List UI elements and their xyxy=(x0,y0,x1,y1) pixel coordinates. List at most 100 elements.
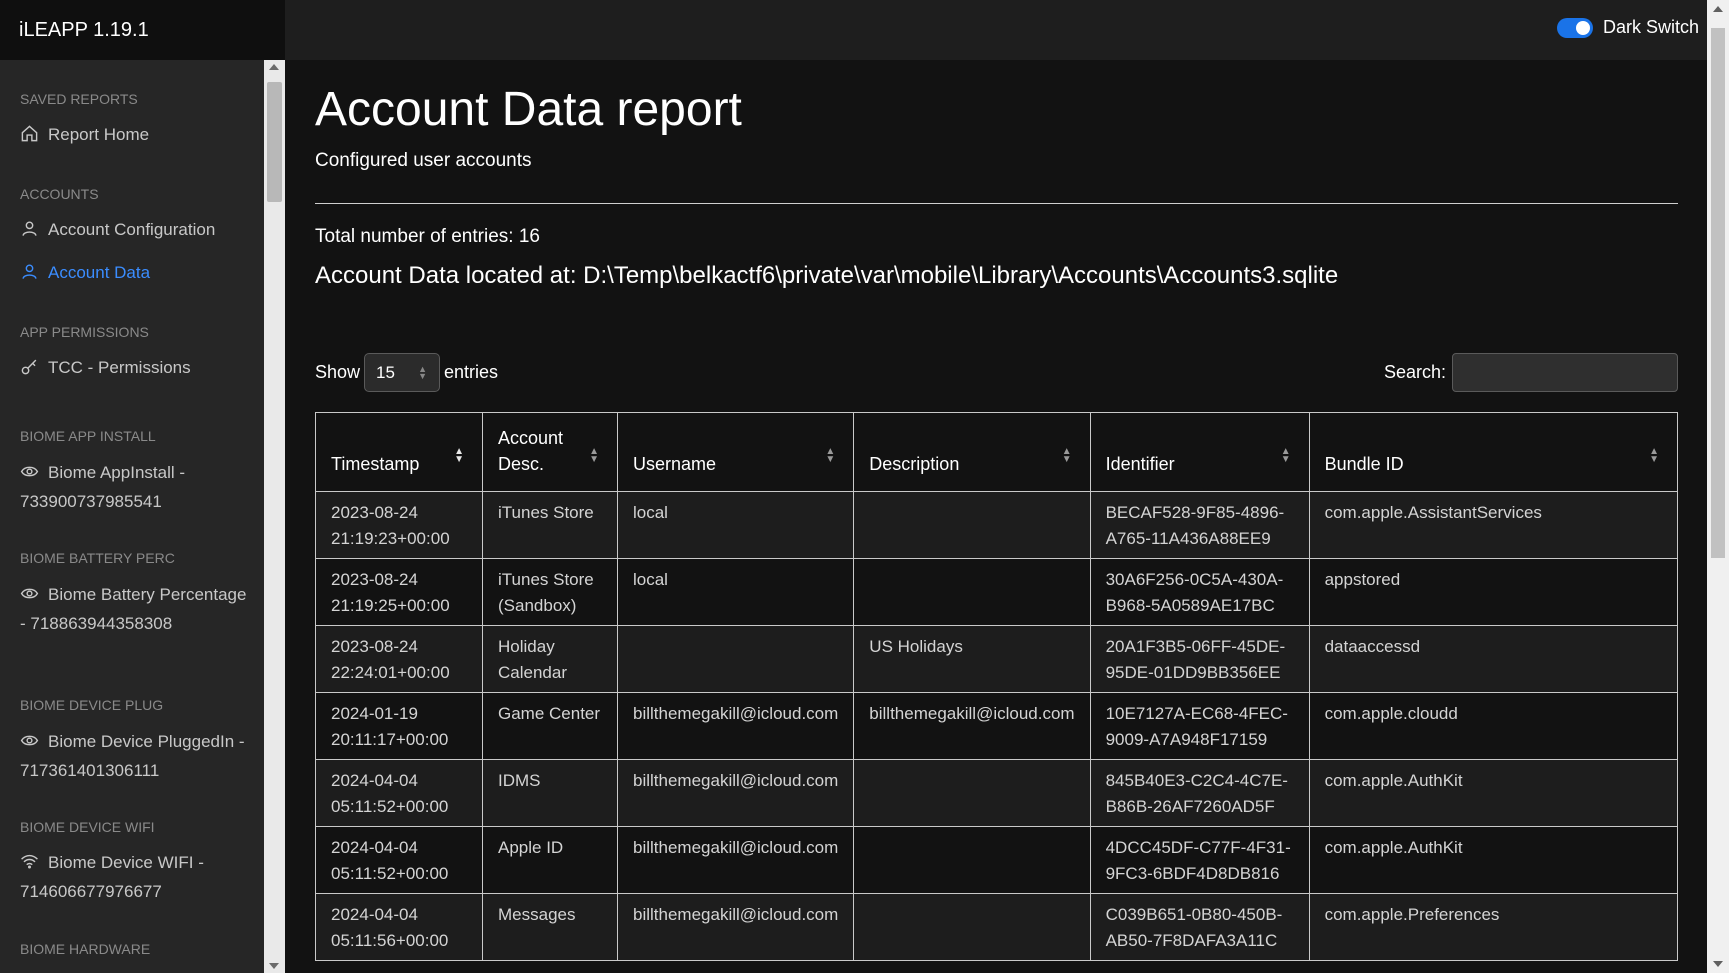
cell-description xyxy=(853,826,1091,894)
scroll-up-arrow-icon[interactable] xyxy=(269,64,279,70)
dark-switch-toggle[interactable] xyxy=(1556,17,1593,38)
cell-account-desc: IDMS xyxy=(482,759,618,827)
select-arrows-icon: ▲ ▼ xyxy=(418,364,428,381)
column-header-identifier[interactable]: Identifier ▲ ▼ xyxy=(1089,412,1310,492)
sidebar-scroll-thumb[interactable] xyxy=(267,82,282,202)
column-header-bundle-id[interactable]: Bundle ID ▲ ▼ xyxy=(1308,412,1679,492)
page-scrollbar[interactable] xyxy=(1707,0,1729,973)
entries-label: entries xyxy=(444,362,499,382)
page-length-select[interactable]: 15 ▲ ▼ xyxy=(364,353,441,392)
sidebar-item-label: Biome Device PluggedIn - 717361401306111 xyxy=(20,732,245,780)
cell-timestamp: 2023-08-24 21:19:25+00:00 xyxy=(315,558,483,626)
cell-timestamp: 2023-08-24 22:24:01+00:00 xyxy=(315,625,483,693)
cell-timestamp: 2024-04-04 05:11:52+00:00 xyxy=(315,826,483,894)
section-biome-device-wifi: BIOME DEVICE WIFI xyxy=(20,819,155,835)
page-scroll-thumb[interactable] xyxy=(1711,28,1725,558)
column-header-timestamp[interactable]: Timestamp ▲ ▼ xyxy=(315,412,483,492)
cell-username: billthemegakill@icloud.com xyxy=(616,893,855,961)
cell-bundle-id: com.apple.AuthKit xyxy=(1308,759,1679,827)
scroll-up-arrow-icon[interactable] xyxy=(1713,6,1723,12)
dark-switch-label: Dark Switch xyxy=(1602,17,1699,37)
user-icon xyxy=(20,219,42,246)
cell-description: billthemegakill@icloud.com xyxy=(853,692,1091,760)
column-header-account-desc[interactable]: Account Desc. ▲ ▼ xyxy=(482,412,618,492)
sort-icon: ▲ ▼ xyxy=(825,446,836,465)
cell-username xyxy=(616,625,855,693)
sort-icon: ▲ ▼ xyxy=(1649,446,1659,465)
cell-username: billthemegakill@icloud.com xyxy=(616,759,855,827)
cell-account-desc: Holiday Calendar xyxy=(482,625,618,693)
sidebar: SAVED REPORTS Report Home ACCOUNTS Accou… xyxy=(0,60,264,973)
eye-icon xyxy=(20,462,42,489)
cell-identifier: BECAF528-9F85-4896-A765-11A436A88EE9 xyxy=(1089,491,1310,559)
app-title[interactable]: iLEAPP 1.19.1 xyxy=(0,0,285,60)
table-row: 2024-04-04 05:11:52+00:00 Apple ID billt… xyxy=(315,826,1679,894)
sidebar-item-biome-battery[interactable]: Biome Battery Percentage - 7188639443583… xyxy=(20,582,250,637)
cell-bundle-id: com.apple.AuthKit xyxy=(1308,826,1679,894)
cell-identifier: 10E7127A-EC68-4FEC-9009-A7A948F17159 xyxy=(1089,692,1310,760)
eye-icon xyxy=(20,584,42,611)
divider xyxy=(315,203,1678,204)
cell-timestamp: 2023-08-24 21:19:23+00:00 xyxy=(315,491,483,559)
sort-icon: ▲ ▼ xyxy=(1061,446,1072,465)
cell-identifier: 845B40E3-C2C4-4C7E-B86B-26AF7260AD5F xyxy=(1089,759,1310,827)
search-input[interactable] xyxy=(1452,353,1678,392)
cell-description xyxy=(853,893,1091,961)
user-icon xyxy=(20,262,42,289)
section-saved-reports: SAVED REPORTS xyxy=(20,91,138,107)
wifi-icon xyxy=(20,852,42,879)
cell-description: US Holidays xyxy=(853,625,1091,693)
sidebar-item-label: TCC - Permissions xyxy=(48,358,191,377)
top-bar: iLEAPP 1.19.1 Dark Switch xyxy=(0,0,1729,60)
section-biome-app-install: BIOME APP INSTALL xyxy=(20,428,156,444)
sidebar-item-biome-device-wifi[interactable]: Biome Device WIFI - 714606677976677 xyxy=(20,850,250,905)
sidebar-item-label: Biome Battery Percentage - 7188639443583… xyxy=(20,585,247,633)
total-entries: Total number of entries: 16 xyxy=(315,226,540,247)
table-row: 2023-08-24 21:19:23+00:00 iTunes Store l… xyxy=(315,491,1679,559)
cell-bundle-id: dataaccessd xyxy=(1308,625,1679,693)
sidebar-item-biome-appinstall[interactable]: Biome AppInstall - 733900737985541 xyxy=(20,460,250,515)
home-icon xyxy=(20,124,42,151)
section-biome-battery-perc: BIOME BATTERY PERC xyxy=(20,550,175,566)
sidebar-item-biome-device-plugged[interactable]: Biome Device PluggedIn - 717361401306111 xyxy=(20,729,250,784)
cell-account-desc: iTunes Store xyxy=(482,491,618,559)
sort-icon: ▲ ▼ xyxy=(589,446,599,465)
sidebar-scrollbar[interactable] xyxy=(264,60,285,973)
cell-username: local xyxy=(616,491,855,559)
data-table: Timestamp ▲ ▼ Account Desc. ▲ ▼ Username ▲ ▼ D… xyxy=(315,412,1679,961)
cell-timestamp: 2024-04-04 05:11:56+00:00 xyxy=(315,893,483,961)
dark-switch[interactable]: Dark Switch xyxy=(1556,17,1699,38)
cell-account-desc: iTunes Store (Sandbox) xyxy=(482,558,618,626)
cell-timestamp: 2024-01-19 20:11:17+00:00 xyxy=(315,692,483,760)
cell-username: billthemegakill@icloud.com xyxy=(616,692,855,760)
page-subtitle: Configured user accounts xyxy=(315,150,532,171)
search-label: Search: xyxy=(1384,362,1447,382)
sidebar-item-label: Biome AppInstall - 733900737985541 xyxy=(20,463,186,511)
cell-username: local xyxy=(616,558,855,626)
table-row: 2024-04-04 05:11:56+00:00 Messages billt… xyxy=(315,893,1679,961)
cell-bundle-id: com.apple.cloudd xyxy=(1308,692,1679,760)
sidebar-item-report-home[interactable]: Report Home xyxy=(20,122,250,151)
section-biome-hardware: BIOME HARDWARE xyxy=(20,941,151,957)
cell-identifier: C039B651-0B80-450B-AB50-7F8DAFA3A11C xyxy=(1089,893,1310,961)
table-row: 2024-01-19 20:11:17+00:00 Game Center bi… xyxy=(315,692,1679,760)
key-icon xyxy=(20,357,42,384)
column-header-username[interactable]: Username ▲ ▼ xyxy=(616,412,855,492)
page-title: Account Data report xyxy=(315,83,742,136)
cell-account-desc: Game Center xyxy=(482,692,618,760)
column-header-description[interactable]: Description ▲ ▼ xyxy=(853,412,1091,492)
table-header-row: Timestamp ▲ ▼ Account Desc. ▲ ▼ Username ▲ ▼ D… xyxy=(315,412,1679,492)
sidebar-item-account-configuration[interactable]: Account Configuration xyxy=(20,217,250,246)
scroll-down-arrow-icon[interactable] xyxy=(1713,961,1723,967)
scroll-down-arrow-icon[interactable] xyxy=(269,963,279,969)
sidebar-item-tcc-permissions[interactable]: TCC - Permissions xyxy=(20,355,250,384)
table-row: 2023-08-24 22:24:01+00:00 Holiday Calend… xyxy=(315,625,1679,693)
sidebar-item-account-data[interactable]: Account Data xyxy=(20,260,250,289)
main-content: Account Data report Configured user acco… xyxy=(285,60,1707,973)
cell-identifier: 30A6F256-0C5A-430A-B968-5A0589AE17BC xyxy=(1089,558,1310,626)
section-accounts: ACCOUNTS xyxy=(20,186,99,202)
page-length-value: 15 xyxy=(376,363,395,382)
cell-bundle-id: com.apple.AssistantServices xyxy=(1308,491,1679,559)
sort-icon: ▲ ▼ xyxy=(1280,446,1291,465)
page-length-control: Show 15 ▲ ▼ entries xyxy=(315,353,498,392)
